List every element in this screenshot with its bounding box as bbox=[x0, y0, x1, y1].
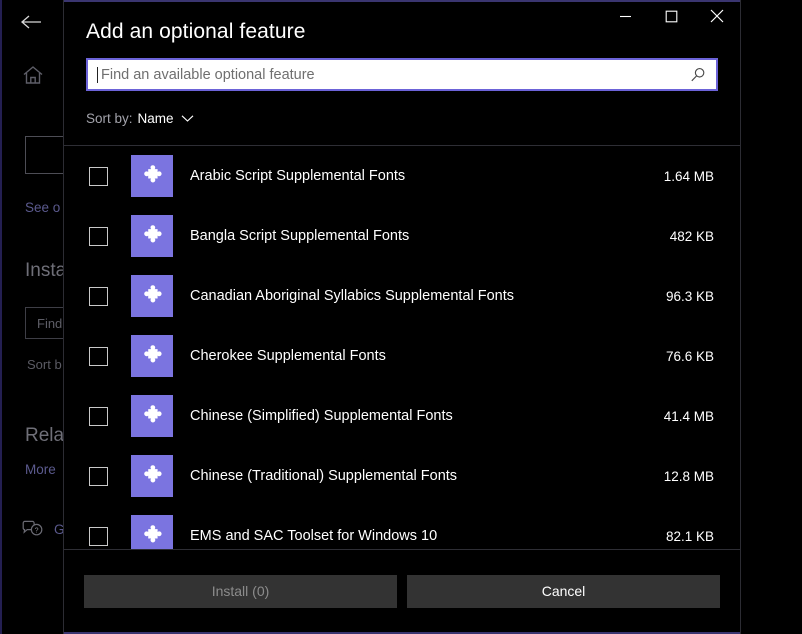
feature-icon bbox=[131, 215, 173, 257]
feature-name: Cherokee Supplemental Fonts bbox=[190, 348, 666, 364]
feature-size: 482 KB bbox=[670, 229, 714, 244]
bg-see-optional-history-link[interactable]: See o bbox=[25, 200, 60, 215]
table-row[interactable]: Bangla Script Supplemental Fonts482 KB bbox=[64, 206, 740, 266]
dialog-title: Add an optional feature bbox=[86, 20, 305, 44]
cancel-button[interactable]: Cancel bbox=[407, 575, 720, 608]
back-button[interactable] bbox=[10, 5, 52, 39]
table-row[interactable]: EMS and SAC Toolset for Windows 1082.1 K… bbox=[64, 506, 740, 550]
feature-name: Canadian Aboriginal Syllabics Supplement… bbox=[190, 288, 666, 304]
row-checkbox[interactable] bbox=[89, 467, 108, 486]
search-icon bbox=[690, 67, 706, 83]
close-icon bbox=[710, 9, 724, 23]
row-checkbox[interactable] bbox=[89, 407, 108, 426]
bg-more-link[interactable]: More bbox=[25, 462, 56, 477]
feature-name: Arabic Script Supplemental Fonts bbox=[190, 168, 664, 184]
chevron-down-icon bbox=[181, 114, 194, 123]
row-checkbox[interactable] bbox=[89, 287, 108, 306]
feature-size: 41.4 MB bbox=[664, 409, 714, 424]
search-placeholder-text: Find an available optional feature bbox=[101, 67, 690, 83]
svg-text:?: ? bbox=[35, 528, 39, 535]
puzzle-piece-icon bbox=[139, 283, 165, 309]
puzzle-piece-icon bbox=[139, 523, 165, 549]
text-caret bbox=[97, 67, 98, 83]
feature-icon bbox=[131, 335, 173, 377]
sort-by-dropdown[interactable]: Sort by: Name bbox=[86, 111, 194, 126]
table-row[interactable]: Chinese (Simplified) Supplemental Fonts4… bbox=[64, 386, 740, 446]
install-button-label: Install (0) bbox=[212, 583, 270, 599]
minimize-button[interactable] bbox=[602, 0, 648, 32]
maximize-icon bbox=[665, 10, 678, 23]
puzzle-piece-icon bbox=[139, 343, 165, 369]
puzzle-piece-icon bbox=[139, 163, 165, 189]
table-row[interactable]: Arabic Script Supplemental Fonts1.64 MB bbox=[64, 146, 740, 206]
sort-by-value: Name bbox=[138, 111, 174, 126]
row-checkbox[interactable] bbox=[89, 227, 108, 246]
bg-installed-sort-label[interactable]: Sort b bbox=[27, 357, 62, 372]
dialog-footer: Install (0) Cancel bbox=[64, 550, 740, 632]
feature-size: 96.3 KB bbox=[666, 289, 714, 304]
feature-icon bbox=[131, 515, 173, 550]
row-checkbox[interactable] bbox=[89, 527, 108, 546]
table-row[interactable]: Cherokee Supplemental Fonts76.6 KB bbox=[64, 326, 740, 386]
feature-size: 1.64 MB bbox=[664, 169, 714, 184]
table-row[interactable]: Chinese (Traditional) Supplemental Fonts… bbox=[64, 446, 740, 506]
feature-name: Chinese (Simplified) Supplemental Fonts bbox=[190, 408, 664, 424]
feature-size: 82.1 KB bbox=[666, 529, 714, 544]
install-button[interactable]: Install (0) bbox=[84, 575, 397, 608]
window-accent-edge bbox=[0, 0, 2, 634]
bg-installed-features-heading: Insta bbox=[25, 260, 66, 282]
feature-icon bbox=[131, 275, 173, 317]
table-row[interactable]: Canadian Aboriginal Syllabics Supplement… bbox=[64, 266, 740, 326]
feature-size: 12.8 MB bbox=[664, 469, 714, 484]
sort-by-label: Sort by: bbox=[86, 111, 133, 126]
feature-name: EMS and SAC Toolset for Windows 10 bbox=[190, 528, 666, 544]
row-checkbox[interactable] bbox=[89, 167, 108, 186]
feature-icon bbox=[131, 455, 173, 497]
feature-size: 76.6 KB bbox=[666, 349, 714, 364]
bg-related-settings-heading: Rela bbox=[25, 425, 64, 447]
cancel-button-label: Cancel bbox=[542, 583, 586, 599]
puzzle-piece-icon bbox=[139, 463, 165, 489]
minimize-icon bbox=[619, 10, 632, 23]
back-arrow-icon bbox=[20, 14, 42, 30]
optional-feature-list[interactable]: Arabic Script Supplemental Fonts1.64 MBB… bbox=[64, 145, 740, 550]
search-icon-wrap[interactable] bbox=[690, 67, 706, 83]
feature-name: Bangla Script Supplemental Fonts bbox=[190, 228, 670, 244]
maximize-button[interactable] bbox=[648, 0, 694, 32]
search-input[interactable]: Find an available optional feature bbox=[86, 58, 718, 91]
home-icon bbox=[22, 65, 44, 85]
feature-name: Chinese (Traditional) Supplemental Fonts bbox=[190, 468, 664, 484]
bg-feedback-row[interactable]: ? G bbox=[22, 520, 65, 538]
puzzle-piece-icon bbox=[139, 403, 165, 429]
home-button[interactable] bbox=[16, 58, 50, 92]
row-checkbox[interactable] bbox=[89, 347, 108, 366]
feedback-chat-icon: ? bbox=[22, 520, 44, 538]
feature-icon bbox=[131, 395, 173, 437]
add-optional-feature-dialog: Add an optional feature Find an availabl… bbox=[63, 0, 741, 634]
feature-icon bbox=[131, 155, 173, 197]
close-button[interactable] bbox=[694, 0, 740, 32]
puzzle-piece-icon bbox=[139, 223, 165, 249]
